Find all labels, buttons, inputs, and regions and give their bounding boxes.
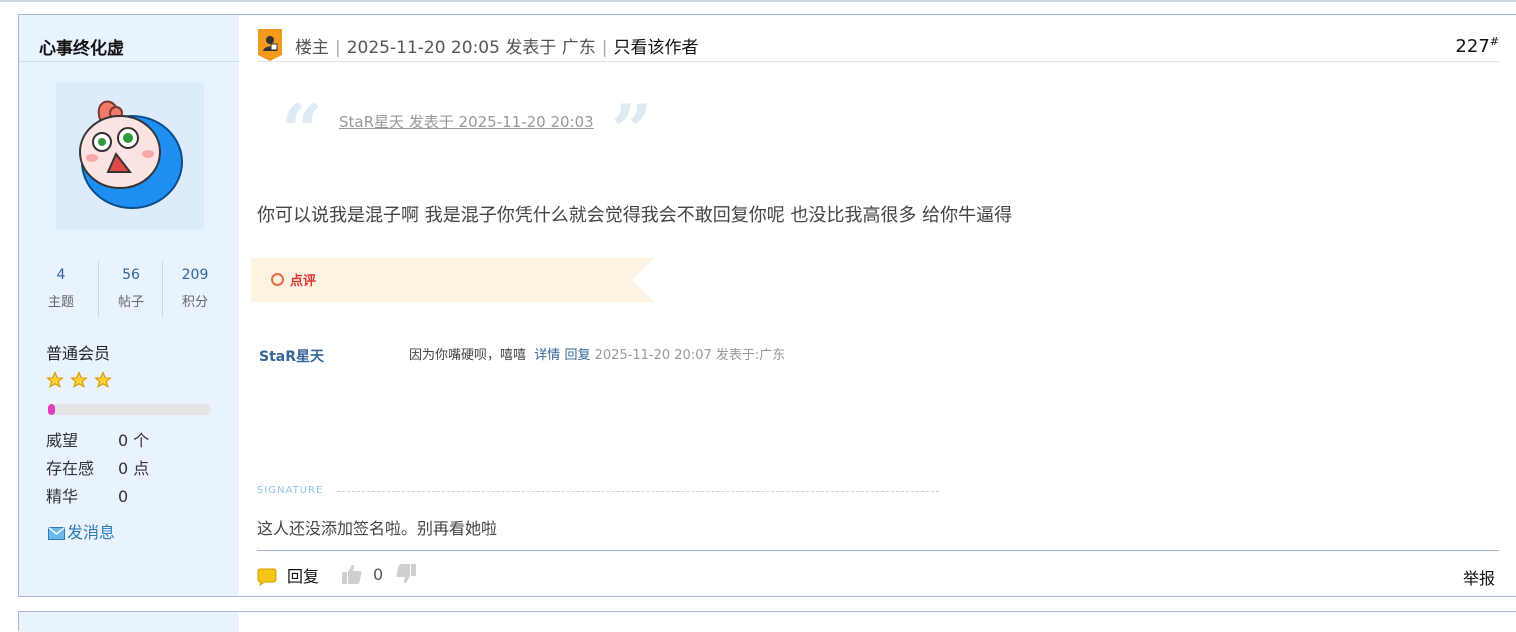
stat-posts-value: 56	[122, 267, 140, 283]
quote-open-mark: “	[281, 88, 323, 173]
signature-label: SIGNATURE	[257, 485, 324, 496]
quote-source-link[interactable]: StaR星天 发表于 2025-11-20 20:03	[339, 111, 594, 132]
user-group[interactable]: 普通会员	[46, 340, 110, 364]
top-divider	[0, 0, 1516, 2]
stat-threads[interactable]: 4 主题	[29, 261, 93, 317]
next-post-sidebar	[19, 612, 239, 632]
comment-label: 点评	[271, 270, 316, 289]
stat-posts-label: 帖子	[117, 295, 144, 310]
stat-threads-label: 主题	[47, 295, 74, 310]
name-divider	[19, 61, 239, 62]
star-icon	[94, 371, 113, 388]
thumbs-down-icon[interactable]	[395, 563, 417, 585]
send-message-label: 发消息	[67, 523, 116, 542]
post-location: 发表于 广东	[505, 38, 596, 58]
author-badge-icon	[258, 29, 282, 61]
post-content: 你可以说我是混子啊 我是混子你凭什么就会觉得我会不敢回复你呢 也没比我高很多 给…	[257, 205, 1013, 226]
star-icon	[46, 371, 64, 388]
post-footer: 回复 0 举报	[257, 561, 1499, 591]
stat-threads-value: 4	[56, 267, 66, 283]
send-message-link[interactable]: 发消息	[48, 519, 115, 543]
comment-meta: 2025-11-20 20:07 发表于:广东	[594, 348, 786, 363]
info-prestige: 威望 0 个	[46, 427, 149, 451]
floor-number-value: 227	[1455, 36, 1490, 57]
stat-points-value: 209	[181, 267, 209, 283]
rank-stars	[46, 371, 113, 393]
report-link[interactable]: 举报	[1463, 565, 1495, 589]
floor-mark: #	[1489, 35, 1499, 48]
quote-close-mark: ”	[611, 88, 653, 173]
avatar[interactable]	[56, 82, 204, 230]
info-essence-key: 精华	[46, 487, 79, 506]
signature-text: 这人还没添加签名啦。别再看她啦	[257, 519, 498, 538]
thumbs-up-icon[interactable]	[341, 563, 363, 585]
comment-text: 因为你嘴硬呗，嘻嘻	[409, 348, 527, 363]
info-presence-value: 0 点	[118, 459, 150, 478]
comment-reply-link[interactable]: 回复	[564, 348, 590, 363]
author-stats: 4 主题 56 帖子 209 积分	[29, 261, 229, 317]
post-datetime: 2025-11-20 20:05	[346, 38, 500, 58]
comment-user[interactable]: StaR星天	[259, 346, 324, 366]
info-presence: 存在感 0 点	[46, 455, 149, 479]
only-author-link[interactable]: 只看该作者	[613, 38, 698, 58]
info-prestige-key: 威望	[46, 431, 79, 450]
forum-post: 心事终化虚 4 主题 56 帖子 209 积分 普通会员 威望 0 个 存在感 …	[18, 14, 1516, 597]
comment-body: 因为你嘴硬呗，嘻嘻 详情 回复 2025-11-20 20:07 发表于:广东	[409, 344, 785, 363]
info-presence-key: 存在感	[46, 459, 95, 478]
star-icon	[70, 371, 89, 388]
floor-number[interactable]: 227#	[1455, 35, 1499, 57]
like-count: 0	[373, 565, 384, 584]
post-header: 楼主 | 2025-11-20 20:05 发表于 广东 | 只看该作者 227#	[257, 29, 1499, 61]
header-divider	[257, 61, 1499, 62]
info-essence: 精华 0	[46, 483, 128, 507]
comment-circle-icon	[271, 273, 284, 286]
signature-divider	[337, 491, 939, 492]
stat-points-label: 积分	[181, 295, 208, 310]
post-main: 楼主 | 2025-11-20 20:05 发表于 广东 | 只看该作者 227# “ …	[251, 15, 1499, 596]
stat-posts[interactable]: 56 帖子	[99, 261, 163, 317]
speech-bubble-icon	[257, 568, 277, 587]
footer-divider	[257, 550, 1499, 551]
reply-button[interactable]: 回复	[257, 563, 319, 587]
post-header-text: 楼主 | 2025-11-20 20:05 发表于 广东 | 只看该作者	[295, 38, 699, 58]
author-sidebar: 心事终化虚 4 主题 56 帖子 209 积分 普通会员 威望 0 个 存在感 …	[19, 15, 239, 596]
comment-label-text: 点评	[290, 274, 317, 289]
level-progress-fill	[48, 404, 55, 415]
info-prestige-value: 0 个	[118, 431, 150, 450]
comment-detail-link[interactable]: 详情	[534, 348, 560, 363]
level-progress-bar	[48, 404, 211, 415]
comment-section-banner: 点评	[251, 258, 661, 302]
poster-role: 楼主	[295, 38, 329, 58]
quote-block: “ StaR星天 发表于 2025-11-20 20:03 ”	[281, 95, 661, 167]
info-essence-value: 0	[118, 487, 129, 506]
stat-points[interactable]: 209 积分	[163, 261, 227, 317]
next-post	[18, 611, 1516, 632]
envelope-icon	[48, 526, 65, 540]
author-name[interactable]: 心事终化虚	[39, 34, 124, 59]
reply-label: 回复	[287, 567, 320, 586]
